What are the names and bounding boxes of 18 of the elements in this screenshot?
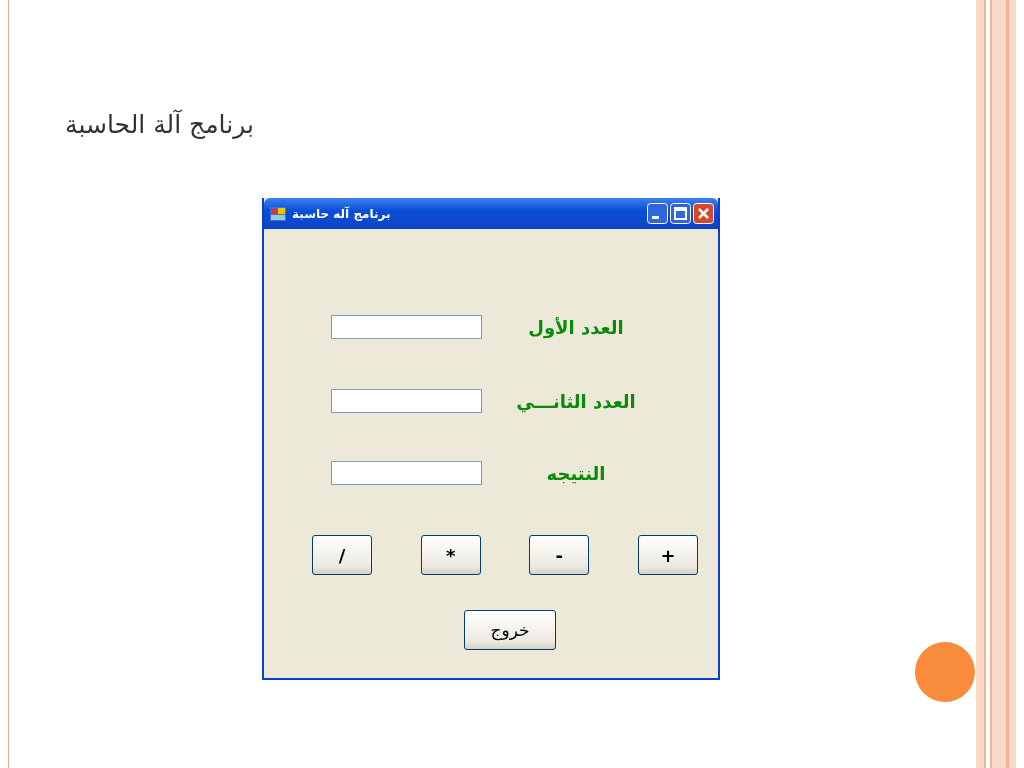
window-title: برنامج آله حاسبة bbox=[292, 206, 391, 221]
operator-button[interactable]: - bbox=[529, 535, 590, 575]
minimize-icon[interactable] bbox=[647, 203, 668, 224]
maximize-icon[interactable] bbox=[670, 203, 691, 224]
field-label: العدد الثانـــي bbox=[515, 390, 637, 412]
close-icon[interactable] bbox=[693, 203, 714, 224]
number-field[interactable] bbox=[331, 461, 482, 485]
field-label: العدد الأول bbox=[527, 316, 625, 338]
app-icon bbox=[270, 206, 286, 221]
operator-button[interactable]: / bbox=[312, 535, 372, 575]
operator-button[interactable]: + bbox=[637, 535, 698, 575]
decorative-circle bbox=[915, 642, 975, 702]
slide-title: برنامج آلة الحاسبة bbox=[65, 108, 254, 139]
number-field[interactable] bbox=[331, 389, 482, 413]
operator-button[interactable]: * bbox=[420, 535, 481, 575]
number-field[interactable] bbox=[331, 315, 482, 339]
exit-button[interactable]: خروج bbox=[464, 610, 556, 650]
field-label: النتيجه bbox=[545, 462, 607, 484]
